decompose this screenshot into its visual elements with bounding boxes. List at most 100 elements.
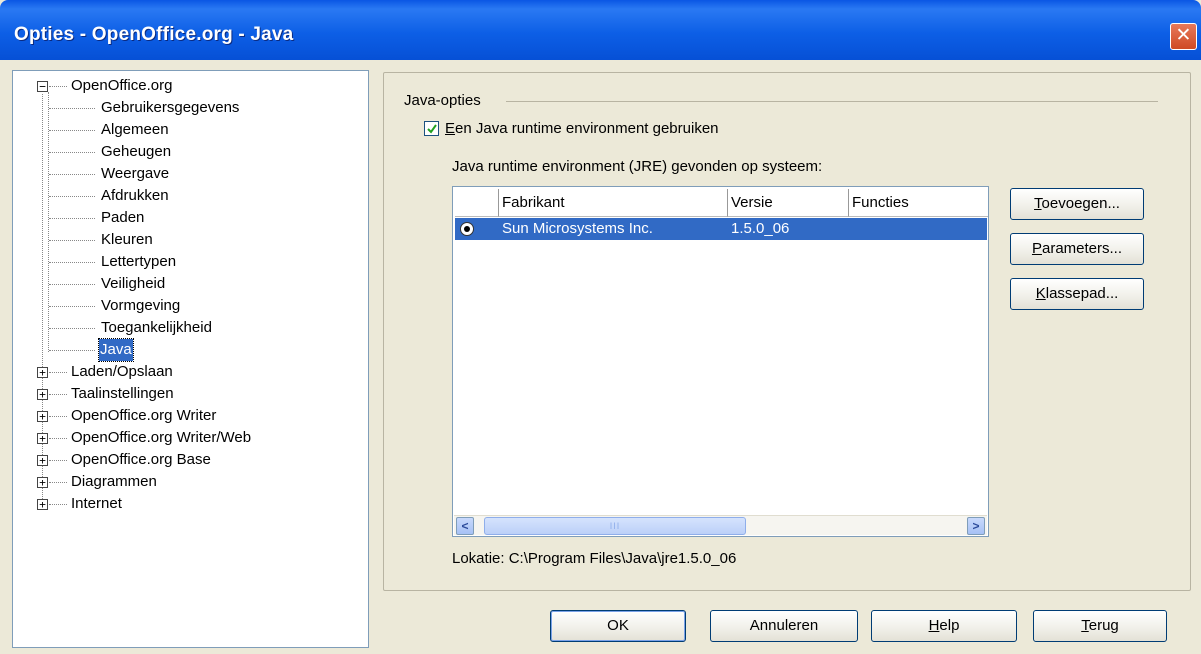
- use-jre-checkbox[interactable]: [424, 121, 439, 136]
- tree-connector: [49, 240, 95, 241]
- options-tree[interactable]: − OpenOffice.org Gebruikersgegevens Alge…: [12, 70, 369, 648]
- tree-item-label: OpenOffice.org Base: [71, 451, 211, 468]
- tree-connector: [49, 372, 67, 373]
- tree-item-label: Taalinstellingen: [71, 385, 174, 402]
- accel-key: T: [1081, 617, 1089, 634]
- tree-connector: [49, 174, 95, 175]
- scroll-left-button[interactable]: <: [456, 517, 474, 535]
- tree-item-label-selected: Java: [98, 338, 134, 362]
- classpath-button[interactable]: Klassepad...: [1010, 278, 1144, 310]
- tree-item-toegankelijkheid[interactable]: Toegankelijkheid: [13, 317, 363, 339]
- table-row[interactable]: Sun Microsystems Inc. 1.5.0_06: [455, 218, 987, 240]
- column-header-functies[interactable]: Functies: [849, 189, 988, 217]
- close-button[interactable]: ✕: [1170, 23, 1197, 50]
- title-bar[interactable]: Opties - OpenOffice.org - Java ✕: [0, 0, 1201, 60]
- window-title: Opties - OpenOffice.org - Java: [14, 24, 294, 45]
- tree-item-label: Algemeen: [101, 121, 169, 138]
- tree-connector: [49, 416, 67, 417]
- tree-connector: [49, 504, 67, 505]
- tree-item-lettertypen[interactable]: Lettertypen: [13, 251, 363, 273]
- tree-item-weergave[interactable]: Weergave: [13, 163, 363, 185]
- expand-icon[interactable]: +: [37, 367, 48, 378]
- tree-connector: [49, 130, 95, 131]
- accel-key: T: [1034, 195, 1042, 212]
- button-label: lassepad...: [1045, 285, 1119, 302]
- tree-connector: [49, 394, 67, 395]
- jre-radio[interactable]: [460, 222, 474, 236]
- scroll-right-button[interactable]: >: [967, 517, 985, 535]
- ok-button[interactable]: OK: [550, 610, 686, 642]
- help-button[interactable]: Help: [871, 610, 1017, 642]
- jre-table[interactable]: Fabrikant Versie Functies Sun Microsyste…: [452, 186, 989, 537]
- tree-item-label: Vormgeving: [101, 297, 181, 314]
- expand-icon[interactable]: +: [37, 455, 48, 466]
- tree-item-paden[interactable]: Paden: [13, 207, 363, 229]
- radio-dot-icon: [464, 226, 470, 232]
- column-header-fabrikant[interactable]: Fabrikant: [499, 189, 728, 217]
- tree-item-gebruikersgegevens[interactable]: Gebruikersgegevens: [13, 97, 363, 119]
- tree-item-label: OpenOffice.org Writer: [71, 407, 217, 424]
- expand-icon[interactable]: +: [37, 389, 48, 400]
- accel-key: E: [445, 120, 456, 137]
- tree-item-vormgeving[interactable]: Vormgeving: [13, 295, 363, 317]
- tree-connector: [49, 196, 95, 197]
- accel-key: K: [1035, 285, 1046, 302]
- jre-found-label: Java runtime environment (JRE) gevonden …: [452, 158, 823, 175]
- tree-item-label: OpenOffice.org: [71, 77, 173, 94]
- parameters-button[interactable]: Parameters...: [1010, 233, 1144, 265]
- tree-item-label: Diagrammen: [71, 473, 157, 490]
- tree-item-label: OpenOffice.org Writer/Web: [71, 429, 252, 446]
- tree-item-label: Laden/Opslaan: [71, 363, 173, 380]
- use-jre-label[interactable]: Een Java runtime environment gebruiken: [445, 120, 719, 137]
- tree-item-taalinstellingen[interactable]: + Taalinstellingen: [13, 383, 363, 405]
- button-label: erug: [1088, 617, 1119, 634]
- button-label: oevoegen...: [1041, 195, 1120, 212]
- tree-item-writer[interactable]: + OpenOffice.org Writer: [13, 405, 363, 427]
- jre-location: Lokatie: C:\Program Files\Java\jre1.5.0_…: [452, 550, 737, 567]
- options-dialog: Opties - OpenOffice.org - Java ✕ − OpenO…: [0, 0, 1201, 654]
- accel-key: H: [928, 617, 940, 634]
- cell-vendor: Sun Microsystems Inc.: [502, 220, 653, 237]
- column-header-select[interactable]: [455, 189, 499, 217]
- tree-item-label: Lettertypen: [101, 253, 177, 270]
- tree-item-label: Toegankelijkheid: [101, 319, 212, 336]
- back-button[interactable]: Terug: [1033, 610, 1167, 642]
- tree-item-writer-web[interactable]: + OpenOffice.org Writer/Web: [13, 427, 363, 449]
- chevron-left-icon: <: [461, 519, 469, 533]
- tree-item-afdrukken[interactable]: Afdrukken: [13, 185, 363, 207]
- column-header-versie[interactable]: Versie: [728, 189, 849, 217]
- tree-item-label: Afdrukken: [101, 187, 169, 204]
- tree-connector: [49, 306, 95, 307]
- tree-item-geheugen[interactable]: Geheugen: [13, 141, 363, 163]
- collapse-icon[interactable]: −: [37, 81, 48, 92]
- button-label: arameters...: [1041, 240, 1123, 257]
- expand-icon[interactable]: +: [37, 477, 48, 488]
- scroll-thumb[interactable]: III: [484, 517, 746, 535]
- tree-item-internet[interactable]: + Internet: [13, 493, 363, 515]
- tree-item-java[interactable]: Java: [13, 338, 363, 362]
- grip-icon: III: [609, 521, 621, 531]
- tree-item-label: Veiligheid: [101, 275, 166, 292]
- cell-version: 1.5.0_06: [731, 220, 790, 237]
- cancel-button[interactable]: Annuleren: [710, 610, 858, 642]
- expand-icon[interactable]: +: [37, 411, 48, 422]
- tree-item-label: Weergave: [101, 165, 170, 182]
- horizontal-scrollbar[interactable]: < III >: [454, 515, 987, 535]
- tree-item-algemeen[interactable]: Algemeen: [13, 119, 363, 141]
- tree-item-openoffice[interactable]: − OpenOffice.org: [13, 75, 363, 97]
- tree-item-diagrammen[interactable]: + Diagrammen: [13, 471, 363, 493]
- tree-item-kleuren[interactable]: Kleuren: [13, 229, 363, 251]
- expand-icon[interactable]: +: [37, 499, 48, 510]
- check-icon: [427, 124, 437, 134]
- tree-connector: [49, 438, 67, 439]
- accel-key: P: [1031, 240, 1042, 257]
- tree-connector: [49, 262, 95, 263]
- tree-item-base[interactable]: + OpenOffice.org Base: [13, 449, 363, 471]
- chevron-right-icon: >: [972, 519, 980, 533]
- group-label: Java-opties: [404, 92, 481, 109]
- tree-item-veiligheid[interactable]: Veiligheid: [13, 273, 363, 295]
- label-text: en Java runtime environment gebruiken: [455, 120, 719, 137]
- tree-item-laden-opslaan[interactable]: + Laden/Opslaan: [13, 361, 363, 383]
- add-button[interactable]: Toevoegen...: [1010, 188, 1144, 220]
- expand-icon[interactable]: +: [37, 433, 48, 444]
